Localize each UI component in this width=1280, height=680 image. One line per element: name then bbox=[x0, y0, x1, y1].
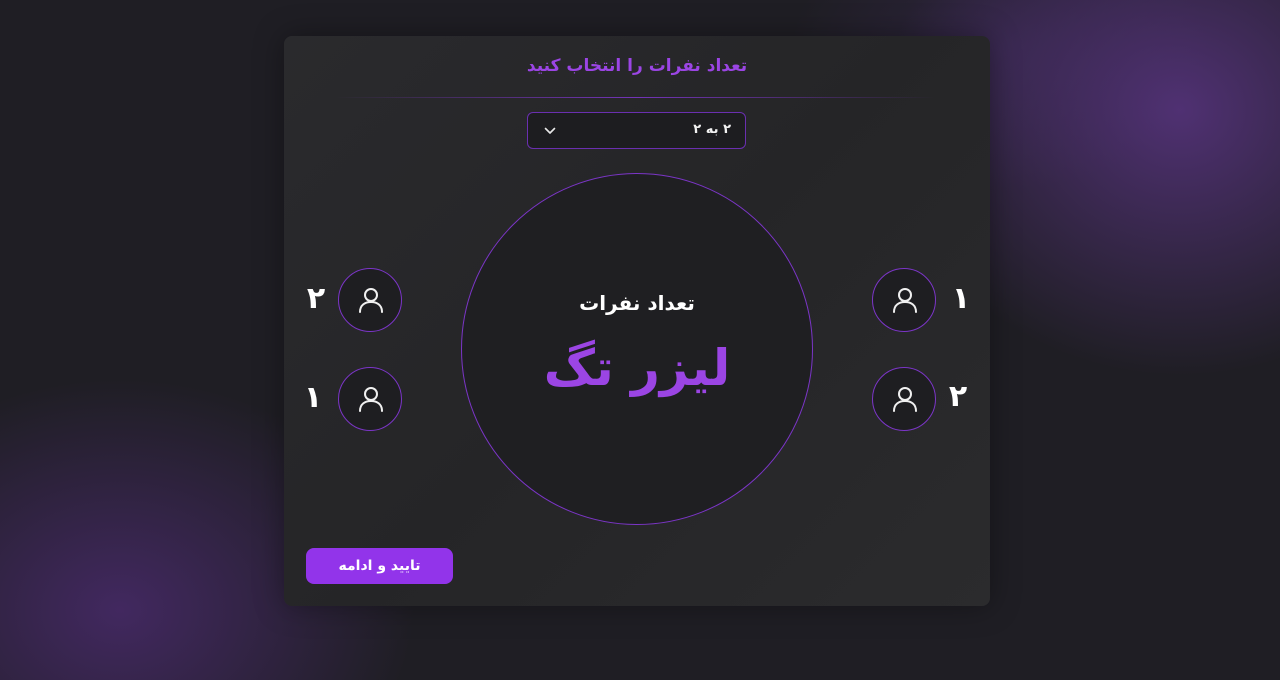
right-team-player-slot[interactable] bbox=[872, 367, 936, 431]
card-title: تعداد نفرات را انتخاب کنید bbox=[526, 56, 748, 76]
right-team-player-number: ۱ bbox=[951, 281, 971, 316]
team-size-selected-value: ۲ به ۲ bbox=[693, 122, 731, 137]
user-icon bbox=[893, 288, 917, 313]
left-team-player-number: ۱ bbox=[303, 380, 323, 415]
user-icon bbox=[359, 288, 383, 313]
team-size-card: تعداد نفرات را انتخاب کنید ۲ به ۲ تعداد … bbox=[284, 36, 990, 606]
confirm-continue-button[interactable]: تایید و ادامه bbox=[306, 548, 453, 584]
team-size-select[interactable]: ۲ به ۲ bbox=[527, 112, 746, 149]
game-circle: تعداد نفرات لیزر تگ bbox=[461, 173, 813, 525]
right-team-player-slot[interactable] bbox=[872, 268, 936, 332]
player-count-label: تعداد نفرات bbox=[579, 291, 695, 315]
left-team-player-slot[interactable] bbox=[338, 268, 402, 332]
title-divider bbox=[336, 97, 936, 98]
game-name: لیزر تگ bbox=[543, 339, 731, 397]
right-team-player-number: ۲ bbox=[948, 379, 968, 414]
user-icon bbox=[893, 387, 917, 412]
left-team-player-slot[interactable] bbox=[338, 367, 402, 431]
chevron-down-icon bbox=[544, 127, 556, 134]
left-team-player-number: ۲ bbox=[306, 281, 326, 316]
user-icon bbox=[359, 387, 383, 412]
